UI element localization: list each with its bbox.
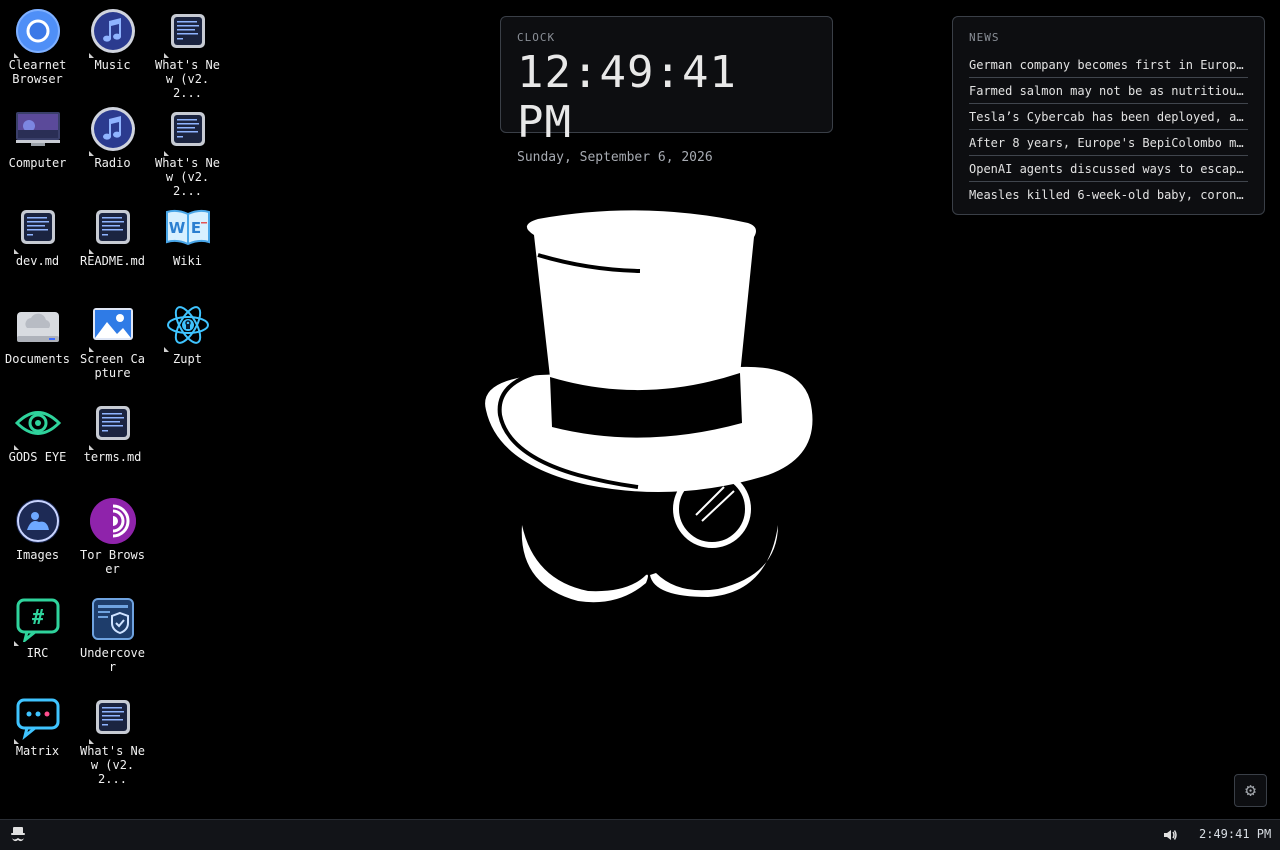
- atom-lock-icon: [163, 302, 211, 352]
- taskbar: 2:49:41 PM: [0, 819, 1280, 850]
- desktop-icon-irc[interactable]: # IRC: [0, 588, 75, 686]
- icon-label: What's New (v2.2...: [79, 744, 146, 786]
- news-item[interactable]: German company becomes first in Europe t…: [969, 53, 1248, 78]
- icon-label: GODS EYE: [8, 450, 67, 464]
- news-item[interactable]: Tesla’s Cybercab has been deployed, and.…: [969, 105, 1248, 130]
- desktop: Clearnet Browser Computer dev.md Documen…: [0, 0, 1280, 819]
- desktop-icon-whats-new-2[interactable]: What's New (v2.2...: [150, 98, 225, 198]
- desktop-icon-dev-md[interactable]: dev.md: [0, 196, 75, 294]
- news-item[interactable]: OpenAI agents discussed ways to escape..…: [969, 157, 1248, 182]
- clock-widget-title: CLOCK: [517, 31, 556, 44]
- speaker-icon: [1164, 830, 1177, 840]
- music-note-icon: [88, 8, 136, 58]
- clock-date: Sunday, September 6, 2026: [517, 150, 713, 165]
- desktop-icon-tor-browser[interactable]: Tor Browser: [75, 490, 150, 588]
- icon-label: Clearnet Browser: [8, 58, 67, 86]
- cloud-drive-icon: [15, 302, 61, 348]
- icon-label: Images: [15, 548, 60, 562]
- news-item[interactable]: Farmed salmon may not be as nutritious a…: [969, 79, 1248, 104]
- svg-text:E: E: [190, 219, 200, 237]
- clock-widget: CLOCK 12:49:41 PM Sunday, September 6, 2…: [500, 16, 833, 165]
- document-icon: [163, 8, 211, 58]
- icon-label: Documents: [4, 352, 71, 366]
- desktop-icon-radio[interactable]: Radio: [75, 98, 150, 196]
- desktop-icon-whats-new-3[interactable]: What's New (v2.2...: [75, 686, 150, 786]
- desktop-icon-screen-capture[interactable]: Screen Capture: [75, 294, 150, 392]
- hat-mustache-logo-icon: [485, 210, 813, 603]
- hat-mustache-icon: [11, 827, 25, 842]
- images-icon: [15, 498, 61, 544]
- desktop-icon-clearnet-browser[interactable]: Clearnet Browser: [0, 0, 75, 98]
- document-icon: [13, 204, 61, 254]
- news-item[interactable]: After 8 years, Europe's BepiColombo miss…: [969, 131, 1248, 156]
- document-icon: [163, 106, 211, 156]
- image-photo-icon: [88, 302, 136, 352]
- icon-label: Music: [94, 58, 131, 72]
- news-list: German company becomes first in Europe t…: [969, 53, 1248, 207]
- icon-label: terms.md: [83, 450, 142, 464]
- gear-icon: ⚙: [1245, 780, 1256, 801]
- taskbar-clock[interactable]: 2:49:41 PM: [1199, 827, 1280, 841]
- svg-text:#: #: [31, 605, 43, 629]
- icon-label: What's New (v2.2...: [154, 156, 221, 198]
- desktop-icon-images[interactable]: Images: [0, 490, 75, 588]
- settings-button[interactable]: ⚙: [1234, 774, 1267, 807]
- document-icon: [88, 400, 136, 450]
- start-button[interactable]: [8, 825, 28, 845]
- svg-text:W: W: [168, 219, 185, 237]
- icon-label: What's New (v2.2...: [154, 58, 221, 100]
- icon-label: Undercover: [79, 646, 146, 674]
- hash-chat-icon: #: [13, 596, 61, 646]
- document-icon: [88, 204, 136, 254]
- tor-onion-icon: [89, 498, 136, 544]
- desktop-icon-documents[interactable]: Documents: [0, 294, 75, 392]
- desktop-icon-computer[interactable]: Computer: [0, 98, 75, 196]
- icon-label: Wiki: [173, 254, 202, 268]
- shield-window-icon: [90, 596, 136, 642]
- music-note-icon: [88, 106, 136, 156]
- news-widget-title: NEWS: [969, 31, 1000, 44]
- desktop-icon-terms-md[interactable]: terms.md: [75, 392, 150, 490]
- desktop-icon-zupt[interactable]: Zupt: [150, 294, 225, 392]
- icon-label: Matrix: [15, 744, 60, 758]
- desktop-icon-whats-new-1[interactable]: What's New (v2.2...: [150, 0, 225, 100]
- clock-time: 12:49:41 PM: [517, 47, 737, 148]
- icon-label: Computer: [8, 156, 67, 170]
- desktop-icon-music[interactable]: Music: [75, 0, 150, 98]
- chrome-browser-icon: [13, 8, 61, 58]
- news-item[interactable]: Measles killed 6-week-old baby, coroner.…: [969, 183, 1248, 207]
- desktop-icon-readme-md[interactable]: README.md: [75, 196, 150, 294]
- volume-button[interactable]: [1162, 827, 1178, 843]
- desktop-icon-wiki[interactable]: W E Wiki: [150, 196, 225, 294]
- icon-label: IRC: [26, 646, 49, 660]
- document-icon: [88, 694, 136, 744]
- icon-label: Tor Browser: [79, 548, 146, 576]
- desktop-icon-gods-eye[interactable]: GODS EYE: [0, 392, 75, 490]
- icon-label: Zupt: [173, 352, 202, 366]
- desktop-icon-undercover[interactable]: Undercover: [75, 588, 150, 686]
- icon-label: Radio: [94, 156, 131, 170]
- eye-icon: [13, 400, 61, 450]
- icon-label: README.md: [79, 254, 146, 268]
- icon-label: Screen Capture: [79, 352, 146, 380]
- desktop-icon-matrix[interactable]: Matrix: [0, 686, 75, 784]
- computer-monitor-icon: [15, 106, 61, 152]
- news-widget: NEWS German company becomes first in Eur…: [952, 16, 1265, 215]
- icon-label: dev.md: [15, 254, 60, 268]
- wiki-book-icon: W E: [165, 204, 211, 250]
- chat-bubble-icon: [13, 694, 61, 744]
